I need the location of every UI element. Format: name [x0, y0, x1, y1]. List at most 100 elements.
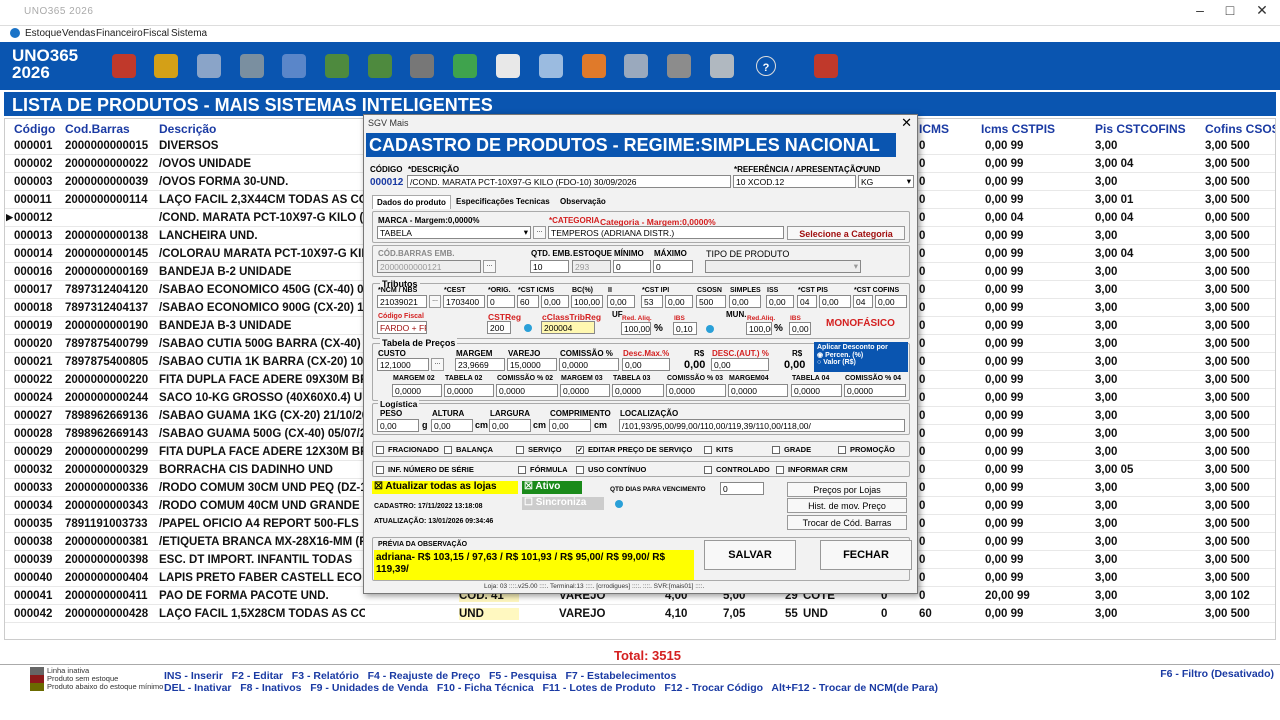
col-codbarras[interactable]: Cod.Barras	[65, 122, 130, 136]
precos-lojas-button[interactable]: Preços por Lojas	[787, 482, 907, 497]
checkbox-box[interactable]	[838, 445, 846, 454]
hist-preco-button[interactable]: Hist. de mov. Preço	[787, 498, 907, 513]
bottle-icon[interactable]	[710, 54, 734, 78]
marca-select[interactable]: TABELA ▾	[377, 226, 531, 239]
checkbox-uso-cont-nuo[interactable]: USO CONTÍNUO	[576, 465, 646, 474]
tabela-price-input[interactable]: 0,0000	[791, 384, 842, 397]
referencia-input[interactable]: 10 XCOD.12	[733, 175, 856, 188]
info-icon[interactable]	[524, 324, 532, 332]
fechar-button[interactable]: FECHAR	[820, 540, 912, 570]
box-icon[interactable]	[154, 54, 178, 78]
tab-especificacoes[interactable]: Especificações Tecnicas	[452, 195, 554, 209]
menu-estoque[interactable]: Estoque	[25, 28, 62, 39]
iss-input[interactable]: 0,00	[766, 295, 794, 308]
search-user-icon[interactable]	[539, 54, 563, 78]
cofins-input[interactable]: 0,00	[875, 295, 907, 308]
checkbox-box[interactable]	[376, 445, 384, 454]
descmax-input[interactable]: 0,00	[622, 358, 670, 371]
peso-input[interactable]: 0,00	[377, 419, 419, 432]
info-icon[interactable]	[706, 325, 714, 333]
red-aliq-input[interactable]: 100,00	[621, 322, 651, 335]
products-icon[interactable]	[112, 54, 136, 78]
trocar-codbarras-button[interactable]: Trocar de Cód. Barras	[787, 515, 907, 530]
ipi-input[interactable]: 0,00	[665, 295, 693, 308]
stock-icon[interactable]	[325, 54, 349, 78]
csosn-input[interactable]: 500	[696, 295, 726, 308]
tabela-price-input[interactable]: 0,0000	[728, 384, 788, 397]
checkbox-box[interactable]	[704, 445, 712, 454]
col-icms[interactable]: ICMS	[919, 122, 949, 136]
cst-pis-input[interactable]: 04	[797, 295, 817, 308]
localizacao-input[interactable]: /101,93/95,00/99,00/110,00/119,39/110,00…	[619, 419, 905, 432]
info-icon[interactable]	[615, 500, 623, 508]
tabela-price-input[interactable]: 0,0000	[496, 384, 558, 397]
sincroniza-checkbox[interactable]: ☐ Sincroniza	[522, 497, 604, 510]
altura-input[interactable]: 0,00	[431, 419, 473, 432]
cest-input[interactable]: 1703400	[443, 295, 485, 308]
maximize-icon[interactable]: □	[1216, 2, 1244, 18]
people-icon[interactable]	[582, 54, 606, 78]
margem-input[interactable]: 23,9669	[455, 358, 505, 371]
pis-input[interactable]: 0,00	[819, 295, 851, 308]
menu-fiscal[interactable]: Fiscal	[143, 28, 169, 39]
stock-out-icon[interactable]	[368, 54, 392, 78]
checkbox-kits[interactable]: KITS	[704, 445, 733, 454]
ncm-lookup-button[interactable]: ...	[429, 295, 441, 308]
money-icon[interactable]	[453, 54, 477, 78]
database-icon[interactable]	[624, 54, 648, 78]
cst-cofins-input[interactable]: 04	[853, 295, 873, 308]
radio-valor[interactable]: ○ Valor (R$)	[817, 359, 905, 366]
orig-input[interactable]: 0	[487, 295, 515, 308]
descaut-input[interactable]: 0,00	[711, 358, 769, 371]
comissao-input[interactable]: 0,0000	[559, 358, 619, 371]
table-row[interactable]: 000042 2000000000428 LAÇO FACIL 1,5X28CM T…	[5, 605, 1275, 623]
tab-dados[interactable]: Dados do produto	[372, 195, 451, 209]
checkbox-servi-o[interactable]: SERVIÇO	[516, 445, 562, 454]
minimize-icon[interactable]: –	[1186, 2, 1214, 18]
icms-input[interactable]: 0,00	[541, 295, 569, 308]
checkbox-inf-n-mero-de-s-rie[interactable]: INF. NÚMERO DE SÉRIE	[376, 465, 474, 474]
tabela-price-input[interactable]: 0,0000	[444, 384, 494, 397]
varejo-input[interactable]: 15,0000	[507, 358, 557, 371]
printer-icon[interactable]	[197, 54, 221, 78]
categoria-input[interactable]: TEMPEROS (ADRIANA DISTR.)	[548, 226, 784, 239]
codbarras-emb-input[interactable]: 2000000000121	[377, 260, 481, 273]
checkbox-balan-a[interactable]: BALANÇA	[444, 445, 493, 454]
dialog-close-icon[interactable]: ✕	[901, 115, 912, 131]
users-icon[interactable]	[282, 54, 306, 78]
checkbox-box[interactable]	[776, 465, 784, 474]
checkbox-controlado[interactable]: CONTROLADO	[704, 465, 770, 474]
menu-financeiro[interactable]: Financeiro	[96, 28, 143, 39]
col-descricao[interactable]: Descrição	[159, 122, 216, 136]
new-icon[interactable]	[814, 54, 838, 78]
checkbox-box[interactable]	[516, 445, 524, 454]
help-icon[interactable]: ?	[756, 56, 776, 76]
ibs2-input[interactable]: 0,00	[789, 322, 811, 335]
filter-status[interactable]: F6 - Filtro (Desativado)	[1160, 668, 1274, 680]
checkbox-box[interactable]	[704, 465, 712, 474]
archive-icon[interactable]	[410, 54, 434, 78]
checkbox-box[interactable]: ✓	[576, 445, 584, 454]
selecione-categoria-button[interactable]: Selecione a Categoria	[787, 226, 905, 240]
und-select[interactable]: KG ▾	[858, 175, 914, 188]
salvar-button[interactable]: SALVAR	[704, 540, 796, 570]
cclass-input[interactable]: 200004	[541, 321, 595, 334]
tipo-produto-select[interactable]: ▾	[705, 260, 861, 273]
tabela-price-input[interactable]: 0,0000	[666, 384, 726, 397]
col-icms-cstpis[interactable]: Icms CSTPIS	[981, 122, 1055, 136]
bc-input[interactable]: 100,00	[571, 295, 603, 308]
custo-input[interactable]: 12,1000	[377, 358, 429, 371]
descricao-input[interactable]: /COND. MARATA PCT-10X97-G KILO (FDO-10) …	[407, 175, 731, 188]
checkbox-promo-o[interactable]: PROMOÇÃO	[838, 445, 895, 454]
custo-lookup-button[interactable]: ...	[431, 358, 444, 371]
tab-observacao[interactable]: Observação	[556, 195, 610, 209]
ncm-input[interactable]: 21039021	[377, 295, 427, 308]
close-icon[interactable]: ✕	[1248, 2, 1276, 19]
qtd-emb-input[interactable]: 10	[530, 260, 569, 273]
atualizar-lojas-checkbox[interactable]: ☒ Atualizar todas as lojas	[372, 481, 518, 494]
checkbox-box[interactable]	[444, 445, 452, 454]
cstreg-input[interactable]: 200	[487, 321, 511, 334]
comprimento-input[interactable]: 0,00	[549, 419, 591, 432]
menu-vendas[interactable]: Vendas	[62, 28, 95, 39]
wrench-icon[interactable]	[667, 54, 691, 78]
